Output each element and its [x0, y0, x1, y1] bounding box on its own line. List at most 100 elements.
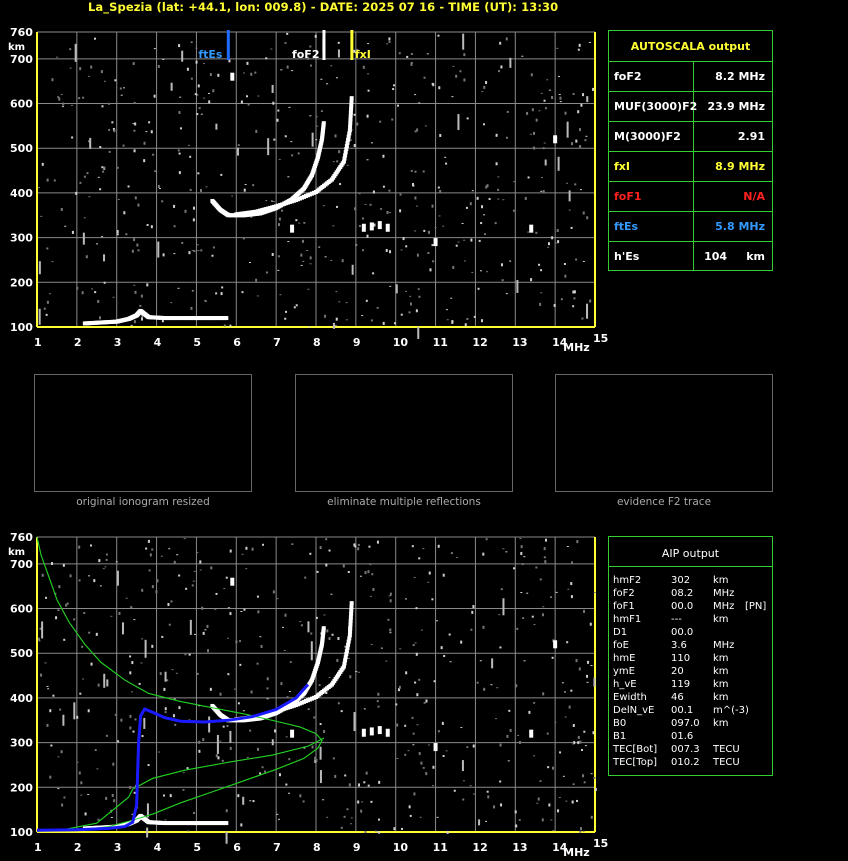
noise-dot [170, 600, 173, 603]
noise-dot [307, 708, 310, 710]
thumb-caption-evidence: evidence F2 trace [616, 496, 712, 508]
noise-dot [99, 146, 102, 149]
noise-streak [106, 679, 109, 687]
noise-dot [239, 640, 242, 643]
noise-dot [409, 295, 412, 297]
noise-dot [162, 253, 165, 257]
aip-label-11: B0 [613, 718, 627, 729]
noise-dot [564, 111, 567, 115]
aip-label-14: TEC[Top] [613, 757, 658, 768]
noise-dot [225, 576, 228, 579]
noise-streak [189, 619, 192, 635]
noise-dot [506, 734, 509, 738]
trace-point-2 [349, 106, 354, 111]
noise-dot [173, 204, 176, 208]
noise-dot [557, 240, 560, 244]
noise-streak [509, 57, 512, 68]
noise-dot [57, 788, 60, 790]
noise-dot [493, 805, 496, 809]
noise-dot [350, 817, 353, 819]
noise-dot [193, 570, 196, 572]
noise-dot [237, 794, 240, 798]
noise-dot [286, 696, 289, 699]
noise-dot [582, 93, 585, 97]
noise-dot [114, 79, 117, 82]
noise-dot [370, 800, 373, 803]
noise-dot [361, 801, 364, 803]
noise-dot [131, 691, 134, 693]
noise-dot [364, 831, 367, 834]
noise-dot [561, 682, 564, 684]
noise-dot [222, 725, 225, 728]
noise-dot [572, 93, 575, 96]
noise-dot [382, 185, 385, 188]
noise-dot [328, 637, 331, 641]
noise-dot [548, 803, 551, 807]
noise-dot [178, 574, 181, 577]
noise-dot [285, 310, 288, 313]
noise-dot [279, 294, 282, 296]
noise-dot [256, 662, 259, 665]
noise-dot [117, 198, 120, 200]
noise-dot [80, 781, 83, 785]
noise-dot [300, 253, 303, 257]
noise-dot [334, 325, 337, 327]
noise-dot [337, 637, 340, 641]
noise-dot [193, 250, 196, 253]
noise-dot [552, 830, 555, 832]
noise-dot [259, 772, 262, 775]
noise-dot [219, 692, 222, 696]
noise-dot [442, 573, 445, 577]
y-tick-label: 200 [10, 781, 33, 794]
noise-dot [146, 223, 149, 226]
noise-dot [575, 258, 578, 261]
noise-dot [353, 143, 356, 147]
noise-dot [278, 773, 281, 777]
noise-dot [395, 703, 398, 706]
noise-dot [557, 809, 560, 813]
noise-dot [410, 169, 413, 172]
noise-dot [432, 260, 435, 263]
y-tick-label: 760 [10, 531, 33, 544]
noise-dot [105, 734, 108, 737]
noise-dot [131, 661, 134, 665]
y-tick-label: 600 [10, 98, 33, 111]
noise-dot [46, 247, 49, 250]
noise-dot [148, 569, 151, 572]
noise-dot [240, 823, 243, 827]
noise-dot [284, 613, 287, 617]
aip-unit-0: km [713, 575, 729, 586]
noise-dot [175, 672, 178, 674]
noise-dot [226, 724, 229, 727]
noise-dot [576, 540, 579, 544]
noise-dot [322, 205, 325, 207]
noise-dot [229, 746, 232, 750]
noise-dot [202, 63, 205, 65]
noise-dot [436, 816, 439, 818]
noise-dot [164, 711, 167, 714]
noise-dot [580, 748, 583, 751]
noise-dot [422, 548, 425, 550]
noise-dot [531, 108, 534, 112]
trace-point [348, 615, 353, 620]
noise-dot [389, 285, 392, 287]
noise-dot [520, 545, 523, 549]
noise-dot [488, 198, 491, 201]
noise-dot [95, 243, 98, 245]
noise-dot [63, 796, 66, 799]
noise-dot [426, 53, 429, 55]
noise-dot [297, 152, 300, 155]
noise-dot [105, 558, 108, 561]
noise-dot [586, 216, 589, 220]
thumb-eliminate [295, 374, 513, 492]
noise-dot [499, 780, 502, 783]
noise-dot [466, 317, 469, 320]
marker-foF2 [322, 30, 326, 60]
noise-dot [226, 637, 229, 639]
noise-dot [347, 657, 350, 659]
noise-dot [367, 43, 370, 45]
trace-point [321, 626, 326, 631]
noise-dot [480, 222, 483, 225]
x-tick-label: 11 [433, 336, 448, 349]
trace-point [349, 601, 354, 606]
